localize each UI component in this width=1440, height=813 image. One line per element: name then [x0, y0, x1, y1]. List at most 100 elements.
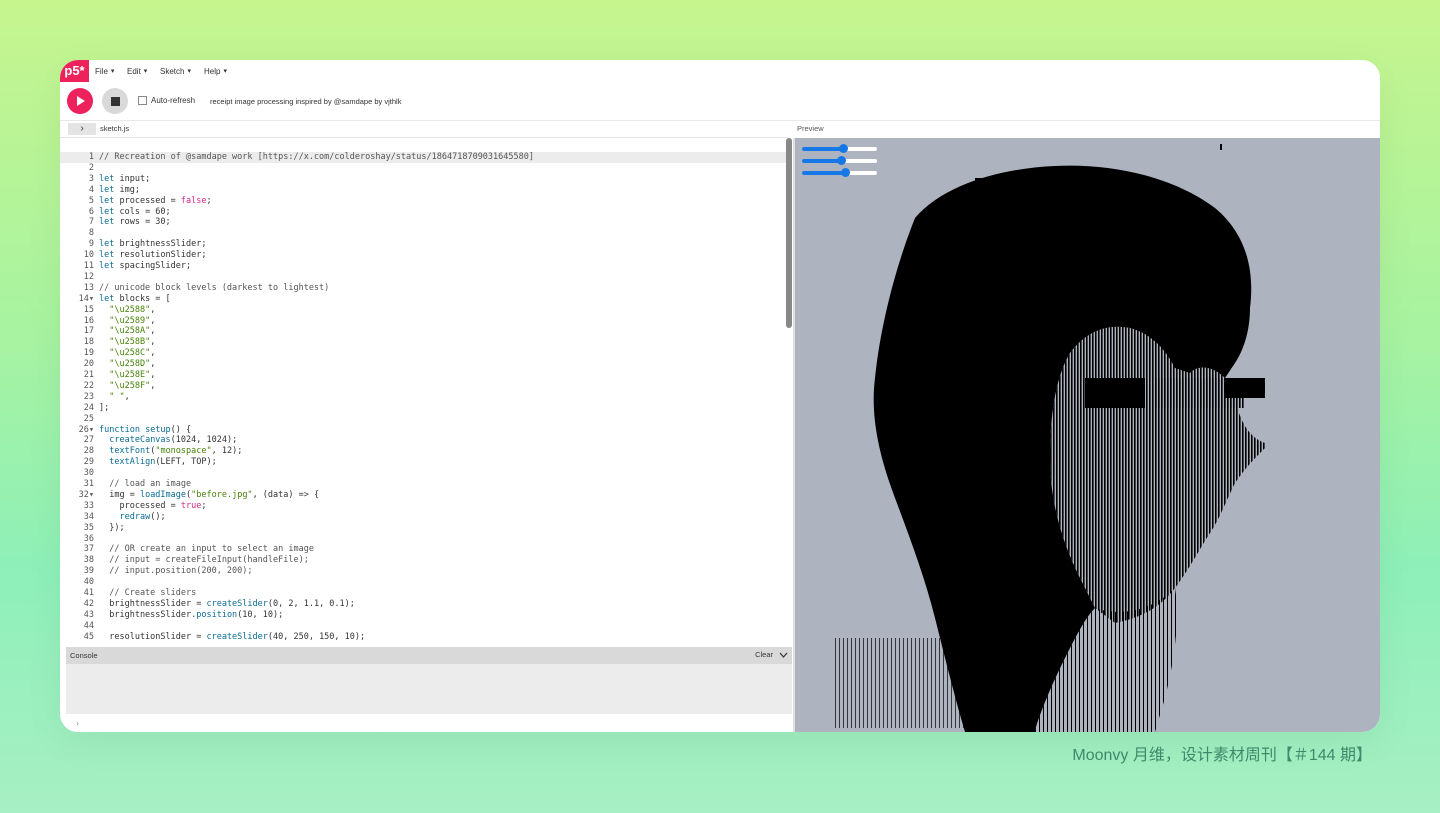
code-line[interactable]: textAlign(LEFT, TOP); — [99, 457, 216, 468]
stop-icon — [110, 96, 120, 106]
menu-file-label: File — [95, 66, 108, 76]
line-number: 35 — [83, 522, 94, 533]
code-line[interactable]: // unicode block levels (darkest to ligh… — [99, 283, 329, 294]
code-line[interactable]: img = loadImage("before.jpg", (data) => … — [99, 490, 319, 501]
line-number: 18 — [83, 337, 94, 348]
code-line[interactable]: let blocks = [ — [99, 294, 171, 305]
code-line[interactable]: let input; — [99, 174, 150, 185]
auto-refresh-toggle[interactable]: Auto-refresh — [138, 96, 195, 105]
menu-bar: p5* File ▾ Edit ▾ Sketch ▾ Help ▾ — [60, 60, 1380, 83]
code-line[interactable]: let spacingSlider; — [99, 261, 191, 272]
code-line[interactable]: let img; — [99, 185, 140, 196]
code-line[interactable]: let brightnessSlider; — [99, 239, 206, 250]
code-line[interactable]: // input.position(200, 200); — [99, 566, 252, 577]
code-line[interactable]: let resolutionSlider; — [99, 250, 206, 261]
code-line[interactable]: // load an image — [99, 479, 191, 490]
sidebar-toggle-button[interactable]: › — [68, 123, 96, 135]
code-line[interactable]: // Create sliders — [99, 588, 196, 599]
stop-button[interactable] — [102, 88, 128, 114]
line-number: 10 — [83, 250, 94, 261]
code-line[interactable]: let rows = 30; — [99, 217, 171, 228]
file-tab-sketch-js[interactable]: sketch.js — [100, 124, 129, 133]
menu-help[interactable]: Help ▾ — [204, 60, 227, 82]
code-line[interactable]: function setup() { — [99, 425, 191, 436]
line-number: 29 — [83, 457, 94, 468]
code-line[interactable]: redraw(); — [99, 512, 165, 523]
console-clear-button[interactable]: Clear — [755, 650, 773, 659]
line-number: 25 — [83, 413, 94, 424]
code-line[interactable]: resolutionSlider = createSlider(40, 250,… — [99, 632, 365, 643]
menu-edit[interactable]: Edit ▾ — [127, 60, 147, 82]
menu-edit-label: Edit — [127, 66, 141, 76]
code-line[interactable]: textFont("monospace", 12); — [99, 446, 242, 457]
line-number: 12 — [83, 271, 94, 282]
line-number: 5 — [88, 195, 94, 206]
line-number: 20 — [83, 359, 94, 370]
code-line[interactable]: "\u258E", — [99, 370, 155, 381]
code-line[interactable]: brightnessSlider = createSlider(0, 2, 1.… — [99, 599, 355, 610]
chevron-down-icon[interactable] — [779, 652, 788, 658]
line-number: 41 — [83, 588, 94, 598]
line-number: 17 — [83, 326, 94, 337]
line-number: 19 — [83, 348, 94, 359]
code-line[interactable]: // OR create an input to select an image — [99, 544, 314, 555]
line-number: 1 — [88, 152, 94, 162]
play-button[interactable] — [67, 88, 93, 114]
code-line[interactable]: "\u258A", — [99, 326, 155, 337]
line-number: 32▾ — [78, 489, 94, 500]
code-line[interactable]: let cols = 60; — [99, 207, 171, 218]
menu-file[interactable]: File ▾ — [95, 60, 114, 82]
code-line[interactable]: brightnessSlider.position(10, 10); — [99, 610, 283, 621]
code-line[interactable]: }); — [99, 523, 124, 534]
code-line[interactable]: "\u258D", — [99, 359, 155, 370]
watermark-caption: Moonvy 月维，设计素材周刊【＃144 期】 — [1072, 747, 1372, 764]
code-line[interactable]: ]; — [99, 403, 109, 414]
line-number: 36 — [83, 533, 94, 544]
code-line[interactable]: "\u258C", — [99, 348, 155, 359]
console-header: Console Clear — [66, 647, 792, 664]
line-number: 7 — [88, 217, 94, 228]
code-line[interactable]: "\u258B", — [99, 337, 155, 348]
line-number: 11 — [83, 261, 94, 271]
editor-scrollbar[interactable] — [786, 138, 792, 328]
code-line[interactable]: processed = true; — [99, 501, 206, 512]
line-number: 21 — [83, 370, 94, 380]
code-line[interactable]: "\u258F", — [99, 381, 155, 392]
line-number: 8 — [88, 228, 94, 239]
auto-refresh-label: Auto-refresh — [151, 96, 196, 105]
line-number: 26▾ — [78, 424, 94, 435]
code-line[interactable]: " ", — [99, 392, 129, 403]
portrait-silhouette — [835, 144, 1265, 732]
code-editor[interactable]: 1 // Recreation of @samdape work [https:/… — [60, 138, 788, 646]
file-tab-bar: › sketch.js — [60, 121, 788, 138]
line-number: 27 — [83, 435, 94, 446]
line-number: 24 — [83, 402, 94, 413]
p5-logo[interactable]: p5* — [60, 60, 89, 82]
app-window: p5* File ▾ Edit ▾ Sketch ▾ Help ▾ Auto-r… — [60, 60, 1380, 732]
code-line[interactable]: // input = createFileInput(handleFile); — [99, 555, 309, 566]
menu-sketch[interactable]: Sketch ▾ — [160, 60, 191, 82]
line-number: 44 — [83, 620, 94, 631]
console-prompt-icon: › — [76, 718, 79, 728]
console-input[interactable]: › — [66, 714, 792, 732]
line-number: 13 — [83, 282, 94, 293]
line-number: 9 — [88, 239, 94, 250]
line-number: 42 — [83, 598, 94, 609]
line-number: 4 — [88, 184, 94, 195]
menu-sketch-label: Sketch — [160, 66, 185, 76]
auto-refresh-checkbox[interactable] — [138, 96, 147, 105]
sketch-title[interactable]: receipt image processing inspired by @sa… — [210, 97, 401, 106]
line-number: 43 — [83, 609, 94, 620]
code-line[interactable]: "\u2588", — [99, 305, 155, 316]
line-number: 14▾ — [78, 293, 94, 304]
code-line[interactable]: let processed = false; — [99, 196, 212, 207]
line-number: 23 — [83, 391, 94, 402]
line-number: 22 — [83, 380, 94, 391]
code-line[interactable]: "\u2589", — [99, 316, 155, 327]
line-number: 15 — [83, 304, 94, 315]
caret-down-icon: ▾ — [223, 68, 227, 75]
code-line[interactable]: // Recreation of @samdape work [https://… — [99, 152, 534, 163]
toolbar: Auto-refresh receipt image processing in… — [60, 82, 1380, 121]
code-line[interactable]: createCanvas(1024, 1024); — [99, 435, 237, 446]
play-icon — [77, 96, 85, 106]
